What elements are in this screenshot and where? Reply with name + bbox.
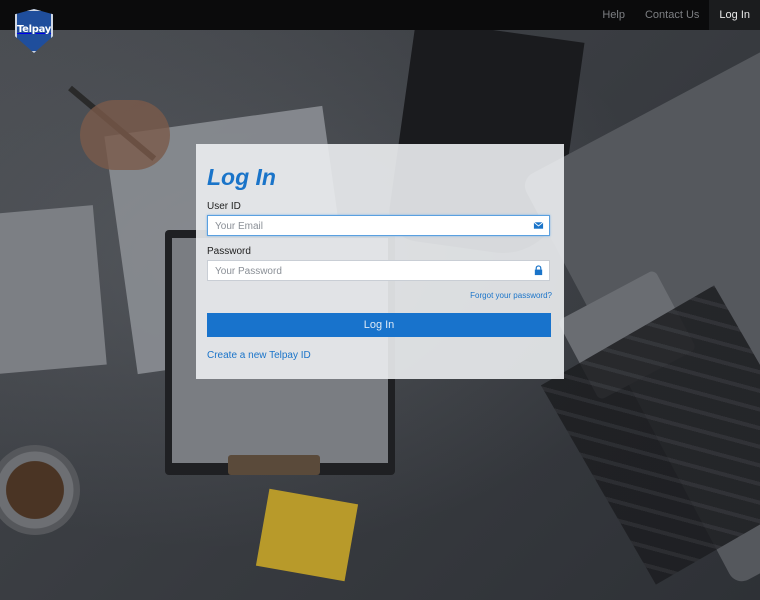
- envelope-icon: [533, 221, 544, 229]
- password-field-wrapper: [207, 260, 550, 281]
- email-field-wrapper: [207, 215, 550, 236]
- logo-text: Telpay: [16, 23, 52, 35]
- create-account-link[interactable]: Create a new Telpay ID: [207, 350, 311, 361]
- email-input[interactable]: [208, 217, 518, 236]
- lock-icon: [534, 265, 543, 276]
- nav-log-in-link[interactable]: Log In: [709, 0, 760, 30]
- log-in-button[interactable]: Log In: [207, 313, 551, 337]
- password-input[interactable]: [208, 262, 518, 281]
- password-label: Password: [207, 246, 251, 257]
- forgot-password-link[interactable]: Forgot your password?: [470, 291, 552, 300]
- top-navigation-bar: Help Contact Us Log In: [0, 0, 760, 30]
- nav-help-link[interactable]: Help: [592, 0, 635, 30]
- login-panel: Log In User ID Password Forgot your pass…: [196, 144, 564, 379]
- nav-contact-us-link[interactable]: Contact Us: [635, 0, 709, 30]
- user-id-label: User ID: [207, 201, 241, 212]
- main-nav: Help Contact Us Log In: [592, 0, 760, 30]
- login-title: Log In: [207, 164, 276, 190]
